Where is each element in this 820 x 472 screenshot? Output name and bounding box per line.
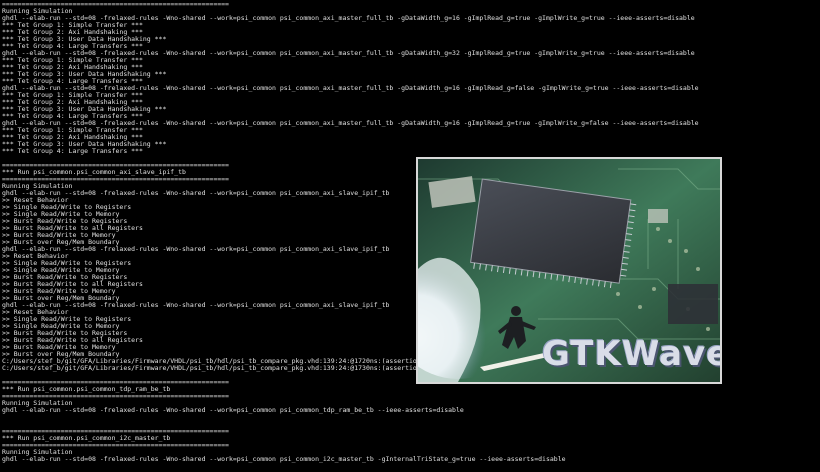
terminal-line: ghdl --elab-run --std=08 -frelaxed-rules…: [2, 455, 566, 463]
gtkwave-logo: GTKWave: [542, 334, 722, 374]
terminal-line: *** Tet Group 4: Large Transfers ***: [2, 147, 143, 155]
terminal-line: ghdl --elab-run --std=08 -frelaxed-rules…: [2, 406, 464, 414]
gtkwave-splash-screen: GTKWave: [416, 157, 722, 384]
